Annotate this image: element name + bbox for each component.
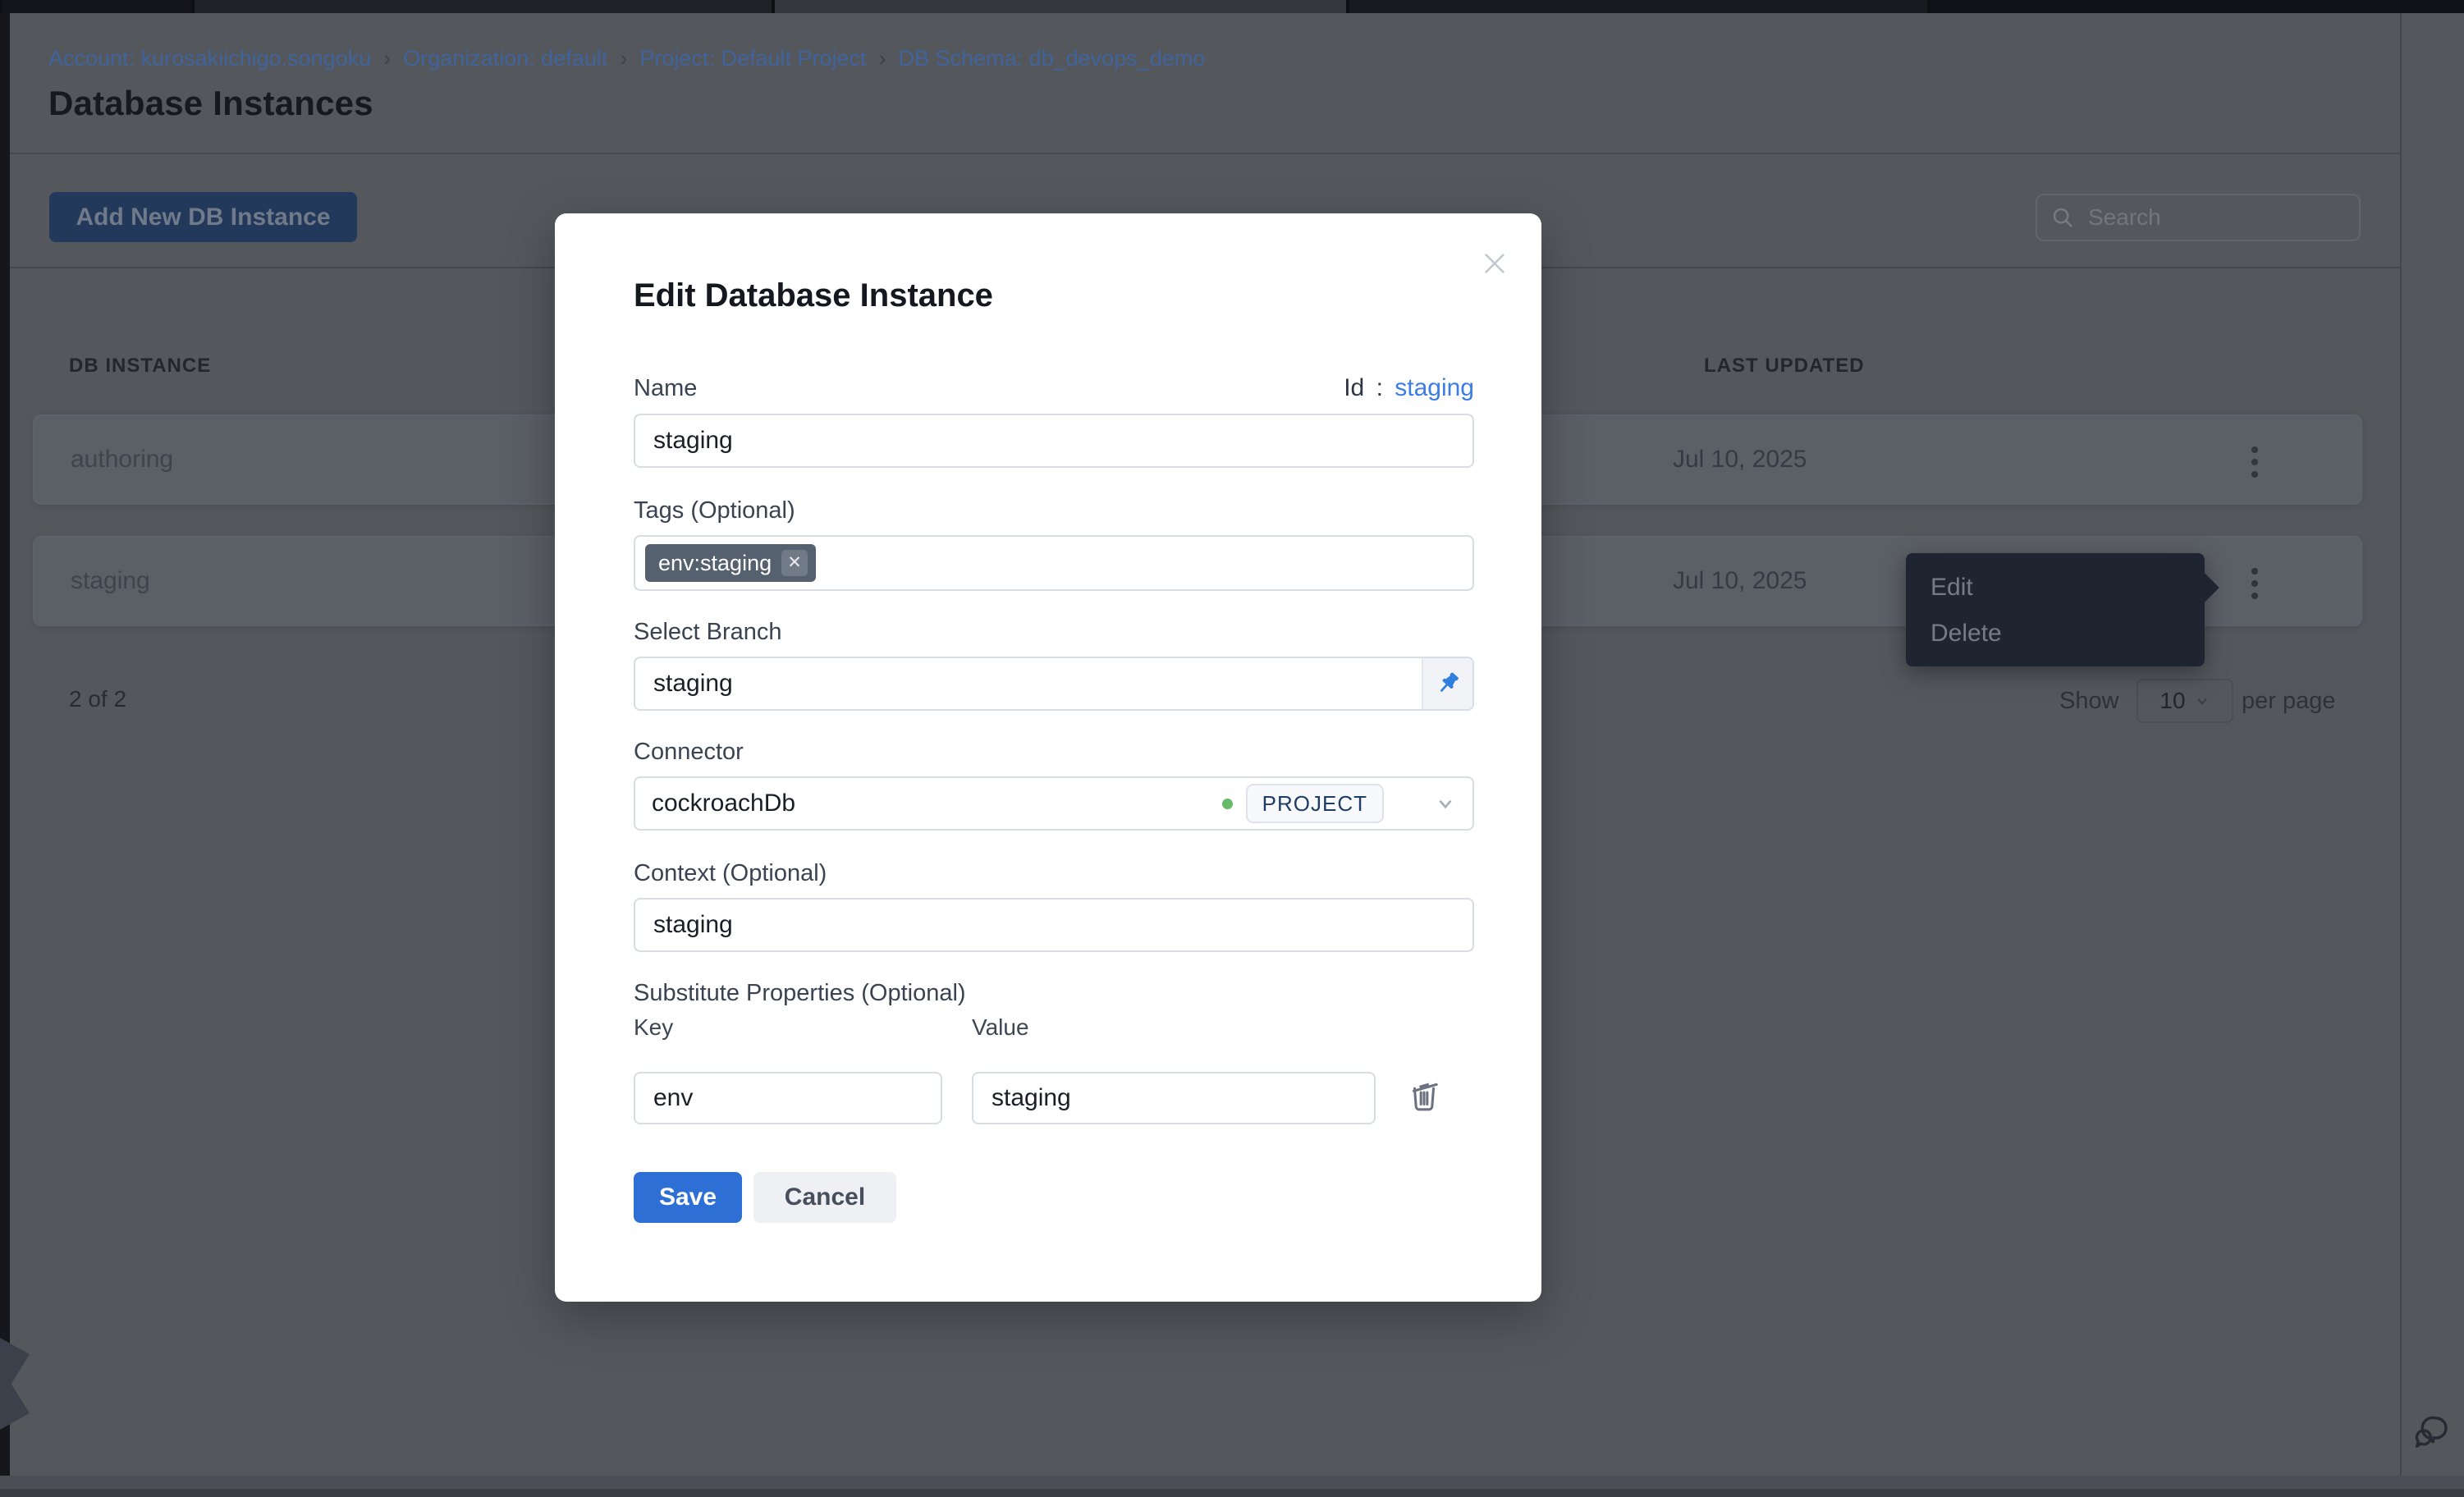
tag-chip: env:staging ✕: [645, 544, 816, 582]
row-last-updated: Jul 10, 2025: [1673, 416, 1807, 503]
name-label: Name: [634, 375, 697, 402]
breadcrumb: Account: kurosakiichigo.songoku › Organi…: [48, 46, 1205, 71]
context-menu: Edit Delete: [1906, 553, 2205, 666]
key-label: Key: [634, 1014, 673, 1041]
per-page-label: per page: [2242, 688, 2336, 715]
modal-title: Edit Database Instance: [634, 277, 993, 314]
cancel-button[interactable]: Cancel: [753, 1172, 896, 1223]
value-label: Value: [972, 1014, 1029, 1041]
page-size-value: 10: [2159, 688, 2185, 714]
scope-badge: PROJECT: [1246, 784, 1384, 823]
menu-item-delete[interactable]: Delete: [1906, 611, 2205, 657]
chevron-down-icon: [2194, 693, 2210, 709]
scroll-gutter-divider: [2400, 13, 2402, 1497]
add-db-instance-button[interactable]: Add New DB Instance: [49, 192, 357, 242]
browser-tab-active: [775, 0, 1346, 13]
name-input[interactable]: [634, 414, 1474, 468]
column-header-last-updated: LAST UPDATED: [1704, 355, 1865, 378]
branch-input[interactable]: [635, 670, 1422, 698]
context-label: Context (Optional): [634, 860, 827, 887]
edit-db-instance-modal: Edit Database Instance Name Id : staging…: [555, 213, 1541, 1302]
chevron-right-icon: ›: [879, 46, 886, 71]
substitute-properties-label: Substitute Properties (Optional): [634, 980, 966, 1007]
table-summary: 2 of 2: [69, 686, 126, 712]
row-actions-button[interactable]: [2239, 561, 2270, 608]
connector-label: Connector: [634, 739, 744, 766]
save-button[interactable]: Save: [634, 1172, 742, 1223]
tag-chip-label: env:staging: [658, 551, 772, 576]
breadcrumb-item-schema[interactable]: DB Schema: db_devops_demo: [899, 46, 1206, 71]
page-size-select[interactable]: 10: [2137, 679, 2233, 723]
search-input[interactable]: [2086, 204, 2336, 231]
help-chat-button[interactable]: [2411, 1412, 2451, 1454]
left-window-edge: [0, 13, 10, 1497]
close-icon: [1479, 248, 1510, 279]
browser-tab: [1930, 0, 2464, 13]
search-icon: [2050, 205, 2075, 230]
pin-branch-button[interactable]: [1422, 658, 1472, 709]
breadcrumb-item-account[interactable]: Account: kurosakiichigo.songoku: [48, 46, 371, 71]
connector-value: cockroachDb: [652, 790, 795, 817]
page-title: Database Instances: [48, 84, 373, 123]
branch-label: Select Branch: [634, 619, 782, 646]
id-label: Id: [1344, 374, 1364, 401]
chevron-right-icon: ›: [620, 46, 627, 71]
key-input[interactable]: [634, 1072, 942, 1124]
modal-close-button[interactable]: [1479, 248, 1510, 282]
column-header-db-instance: DB INSTANCE: [69, 355, 211, 378]
kebab-menu-icon: [2251, 445, 2259, 479]
tags-field[interactable]: env:staging ✕: [634, 535, 1474, 591]
row-name: authoring: [71, 416, 173, 503]
row-name: staging: [71, 538, 150, 625]
tag-remove-button[interactable]: ✕: [781, 550, 808, 576]
row-last-updated: Jul 10, 2025: [1673, 538, 1807, 625]
bottom-window-edge: [0, 1476, 2464, 1489]
browser-tab: [2, 0, 191, 13]
menu-item-edit[interactable]: Edit: [1906, 565, 2205, 611]
header-divider: [10, 153, 2400, 154]
delete-property-button[interactable]: [1405, 1075, 1443, 1115]
chat-bubbles-icon: [2411, 1412, 2451, 1451]
instance-id: Id : staging: [1344, 374, 1474, 402]
panel-toggle-arrow: [0, 1338, 30, 1430]
row-actions-button[interactable]: [2239, 440, 2270, 487]
trash-icon: [1405, 1075, 1443, 1113]
breadcrumb-item-project[interactable]: Project: Default Project: [639, 46, 866, 71]
value-input[interactable]: [972, 1072, 1376, 1124]
bottom-window-edge: [0, 1489, 2464, 1497]
branch-field: [634, 657, 1474, 711]
chevron-right-icon: ›: [383, 46, 391, 71]
show-label: Show: [2059, 688, 2119, 715]
search-box: [2036, 194, 2361, 241]
breadcrumb-item-organization[interactable]: Organization: default: [403, 46, 607, 71]
pin-icon: [1435, 671, 1461, 697]
browser-tab: [1349, 0, 1927, 13]
status-dot-green: [1222, 799, 1233, 809]
chevron-down-icon: [1435, 793, 1456, 814]
browser-tab-strip: [0, 0, 2464, 13]
browser-tab: [195, 0, 772, 13]
kebab-menu-icon: [2251, 566, 2259, 601]
tags-label: Tags (Optional): [634, 497, 795, 524]
id-value-link[interactable]: staging: [1395, 374, 1474, 401]
context-input[interactable]: [634, 898, 1474, 952]
connector-select[interactable]: cockroachDb PROJECT: [634, 776, 1474, 831]
id-separator: :: [1376, 374, 1383, 401]
